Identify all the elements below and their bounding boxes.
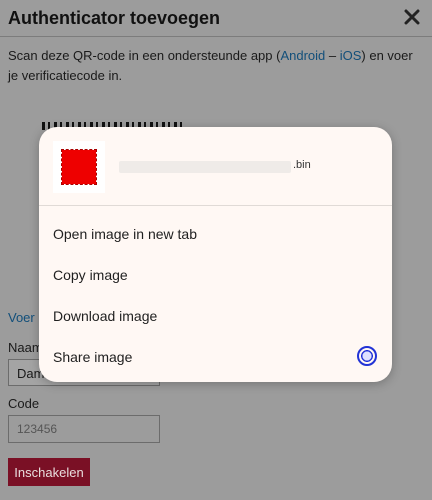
image-url-redacted (119, 161, 291, 173)
enable-button[interactable]: Inschakelen (8, 458, 90, 486)
intro-text-start: Scan deze QR-code in een ondersteunde ap… (8, 48, 281, 63)
thumbnail-image (61, 149, 97, 185)
android-link[interactable]: Android (280, 48, 325, 63)
ios-link[interactable]: iOS (340, 48, 362, 63)
dialog-title: Authenticator toevoegen (8, 8, 221, 28)
intro-text: Scan deze QR-code in een ondersteunde ap… (8, 46, 418, 86)
open-image-new-tab-item[interactable]: Open image in new tab (53, 226, 197, 242)
header-divider (0, 36, 432, 37)
image-context-menu: .bin Open image in new tab Copy image Do… (39, 127, 392, 382)
share-image-item[interactable]: Share image (53, 349, 132, 365)
image-thumbnail (53, 141, 105, 193)
close-icon[interactable] (402, 7, 422, 27)
code-field[interactable]: 123456 (8, 415, 160, 443)
image-url-extension: .bin (293, 159, 311, 171)
code-label: Code (8, 396, 40, 411)
menu-divider (39, 205, 392, 206)
copy-image-item[interactable]: Copy image (53, 267, 128, 283)
download-image-item[interactable]: Download image (53, 308, 157, 324)
link-separator: – (325, 48, 340, 63)
name-label: Naam (8, 340, 43, 355)
share-app-icon (357, 346, 377, 366)
